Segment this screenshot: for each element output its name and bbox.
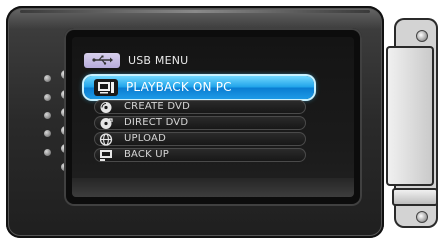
usb-icon <box>84 52 120 68</box>
menu-item-create-dvd[interactable]: CREATE DVD <box>94 100 306 114</box>
hinge-tab <box>392 188 438 206</box>
screw-icon <box>416 211 428 223</box>
menu-item-label: PLAYBACK ON PC <box>126 80 232 94</box>
panel-dot <box>44 94 51 101</box>
lcd-hinge <box>386 6 440 238</box>
backup-icon <box>97 148 115 162</box>
panel-dot <box>44 130 51 137</box>
menu-header: USB MENU <box>84 50 289 70</box>
menu-item-label: CREATE DVD <box>124 101 190 112</box>
menu-item-label: BACK UP <box>124 149 169 160</box>
panel-dot <box>44 75 51 82</box>
monitor-icon <box>94 79 118 96</box>
disc-direct-icon <box>97 116 115 130</box>
panel-dot <box>44 112 51 119</box>
camera-top-trim <box>20 10 370 13</box>
menu-title: USB MENU <box>128 53 189 67</box>
menu-item-playback-on-pc[interactable]: PLAYBACK ON PC <box>84 76 314 99</box>
menu-item-direct-dvd[interactable]: DIRECT DVD <box>94 116 306 130</box>
hinge-front-panel <box>386 46 434 186</box>
menu-item-label: DIRECT DVD <box>124 117 189 128</box>
panel-dot <box>44 149 51 156</box>
menu-item-upload[interactable]: UPLOAD <box>94 132 306 146</box>
disc-icon <box>97 100 115 114</box>
menu-item-label: UPLOAD <box>124 133 167 144</box>
menu-item-back-up[interactable]: BACK UP <box>94 148 306 162</box>
screw-icon <box>416 30 428 42</box>
globe-icon <box>97 132 115 146</box>
lcd-bottom-bar <box>72 178 354 197</box>
